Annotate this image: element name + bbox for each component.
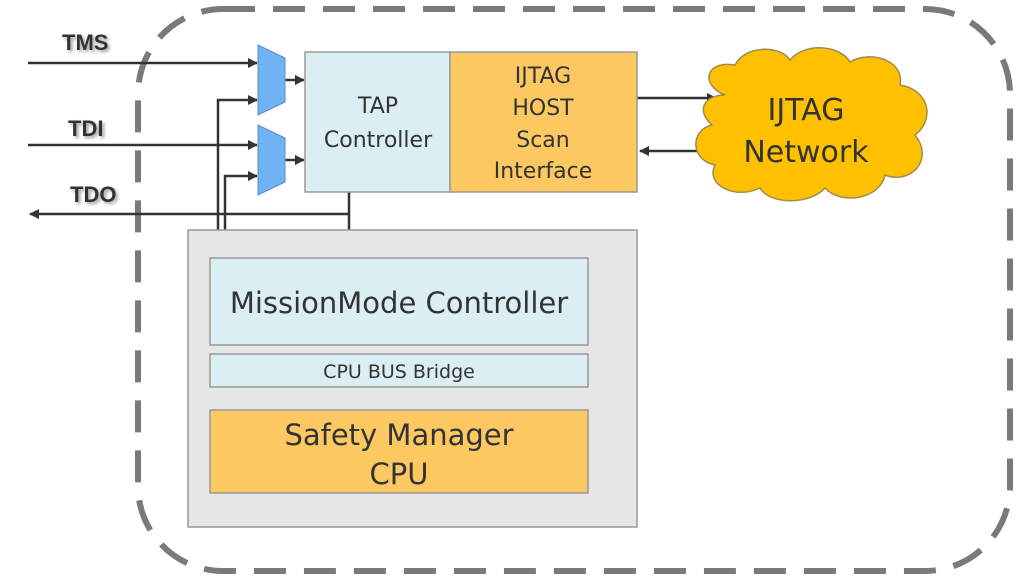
tms-mux xyxy=(257,44,286,116)
svg-text:Network: Network xyxy=(743,135,869,170)
svg-text:Scan: Scan xyxy=(516,128,570,153)
tms-label: TMS xyxy=(62,30,108,55)
svg-text:MissionMode Controller: MissionMode Controller xyxy=(230,286,568,320)
svg-text:IJTAG: IJTAG xyxy=(515,64,571,89)
cpu-bus-bridge: CPU BUS Bridge xyxy=(209,353,589,388)
diagram: TMS TDI TDO TAP Controller IJTAG HOST Sc… xyxy=(28,6,1013,574)
ijtag-host-scan-interface: IJTAG HOST Scan Interface xyxy=(449,51,638,193)
svg-text:CPU BUS Bridge: CPU BUS Bridge xyxy=(323,361,475,383)
tdi-mux xyxy=(257,124,286,196)
svg-text:Safety Manager: Safety Manager xyxy=(284,418,513,452)
tdo-label: TDO xyxy=(70,182,116,207)
svg-text:HOST: HOST xyxy=(512,96,574,121)
ijtag-network-cloud: IJTAG Network xyxy=(695,47,928,202)
missionmode-controller: MissionMode Controller xyxy=(209,257,589,346)
svg-text:CPU: CPU xyxy=(370,457,429,491)
svg-text:Controller: Controller xyxy=(324,128,433,153)
safety-manager-cpu: Safety Manager CPU xyxy=(209,409,589,494)
svg-text:TAP: TAP xyxy=(357,94,398,119)
svg-text:IJTAG: IJTAG xyxy=(768,93,845,128)
svg-text:Interface: Interface xyxy=(494,159,593,184)
tdi-label: TDI xyxy=(68,116,103,141)
tap-controller: TAP Controller xyxy=(304,51,451,193)
